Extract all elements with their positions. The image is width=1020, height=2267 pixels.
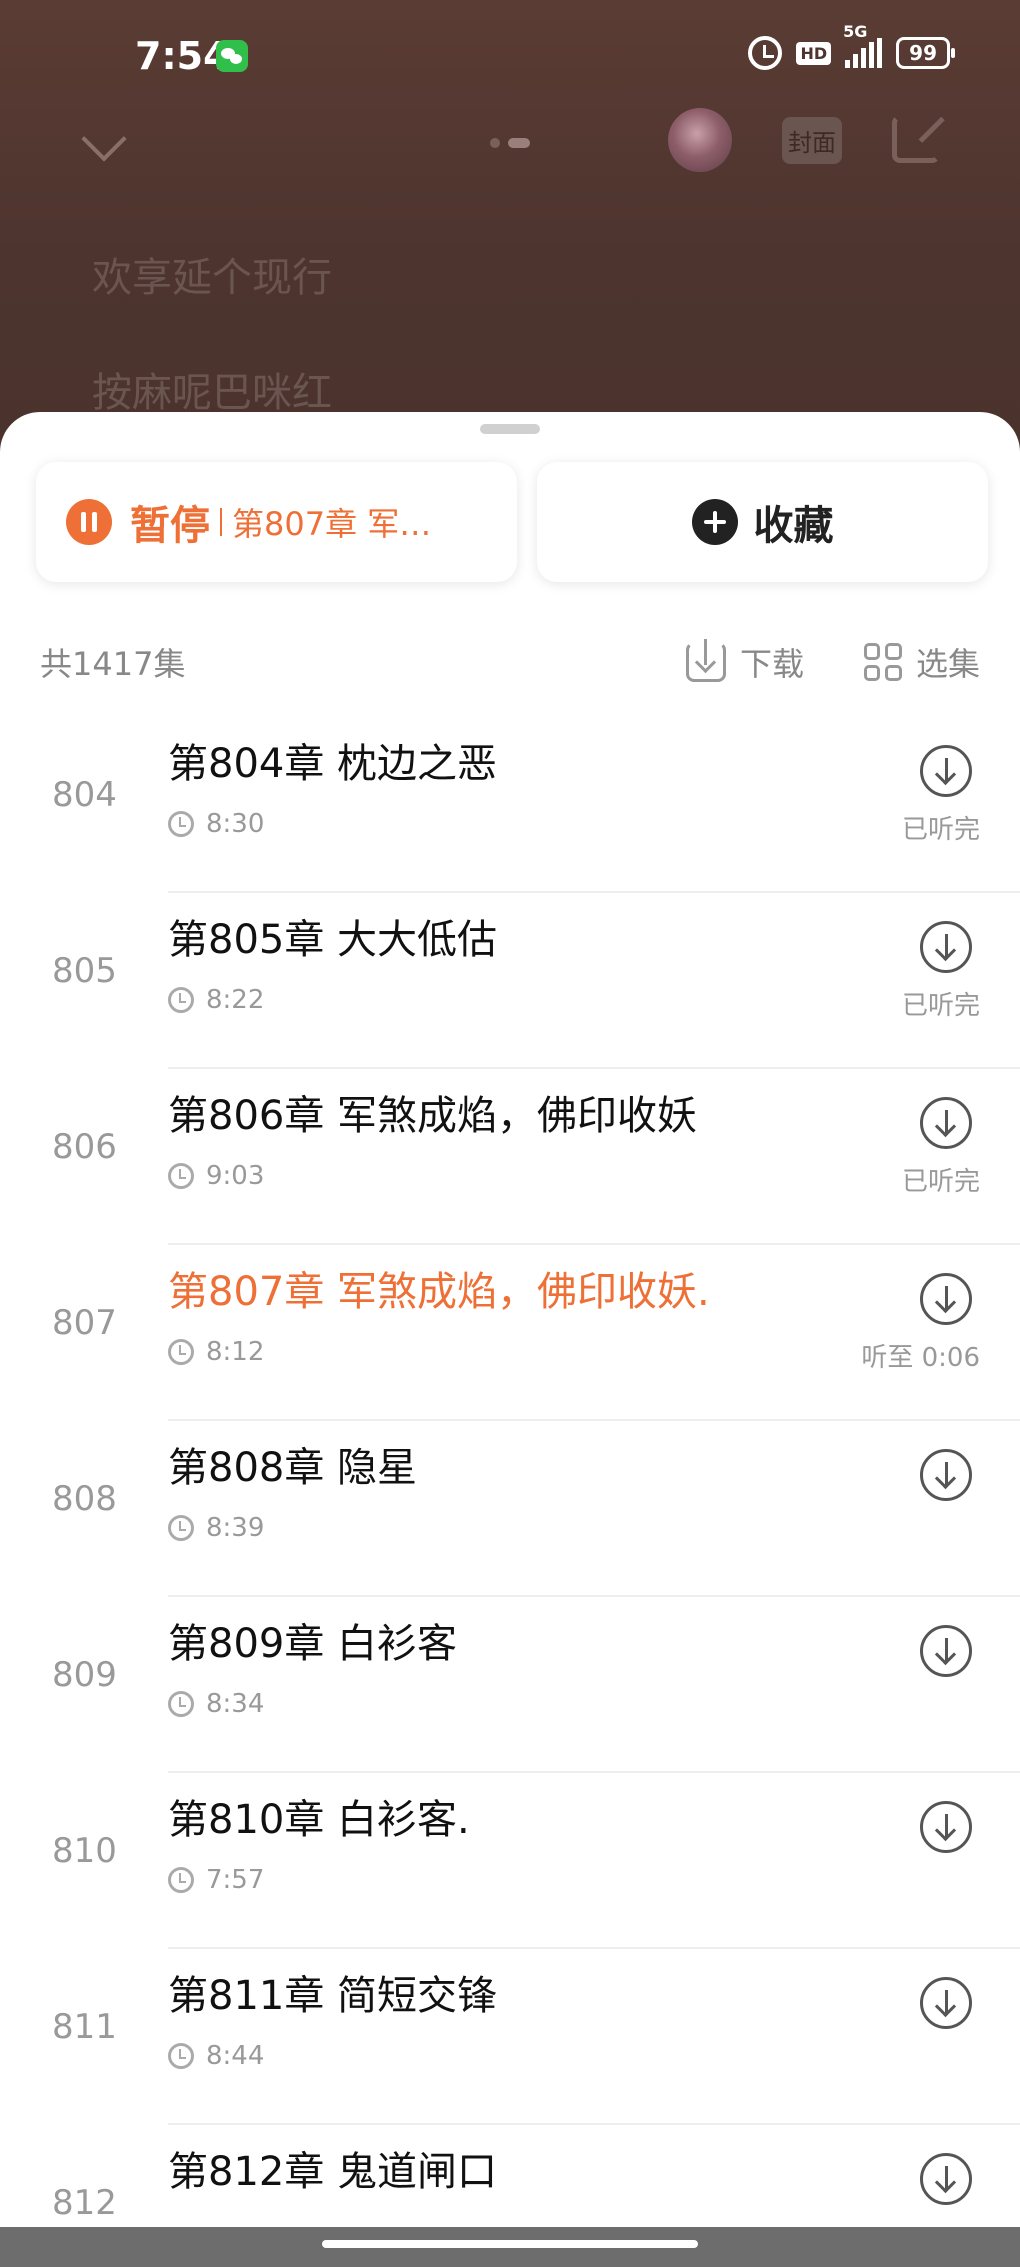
listen-progress: 已听完 bbox=[901, 1167, 980, 1197]
collapse-chevron-icon[interactable] bbox=[81, 116, 127, 162]
current-chapter: 第807章 军煞成焰，佛印收妖. bbox=[232, 505, 462, 543]
download-icon[interactable] bbox=[920, 2153, 972, 2205]
episode-row[interactable]: 806 第806章 军煞成焰，佛印收妖 9:03 已听完 bbox=[0, 1069, 1020, 1245]
episode-row[interactable]: 809 第809章 白衫客 8:34 bbox=[0, 1597, 1020, 1773]
episode-title: 第805章 大大低估 bbox=[168, 917, 498, 963]
episode-number: 808 bbox=[52, 1479, 117, 1519]
episode-number: 810 bbox=[52, 1831, 117, 1871]
hd-badge: HD bbox=[796, 41, 832, 65]
episode-list-sheet: 暂停 第807章 军煞成焰，佛印收妖. 收藏 共1417集 下载 选集 804 … bbox=[0, 412, 1020, 2227]
list-header: 共1417集 下载 选集 bbox=[40, 637, 980, 687]
separator bbox=[220, 508, 222, 536]
page-indicator bbox=[490, 138, 530, 148]
listen-progress: 听至 0:06 bbox=[861, 1343, 980, 1373]
episode-number: 806 bbox=[52, 1127, 117, 1167]
grid-icon bbox=[863, 643, 902, 681]
select-episodes-button[interactable]: 选集 bbox=[863, 639, 980, 685]
share-icon[interactable] bbox=[892, 115, 940, 163]
episode-duration: 7:57 bbox=[168, 1865, 264, 1895]
episode-row[interactable]: 804 第804章 枕边之恶 8:30 已听完 bbox=[0, 717, 1020, 893]
download-icon[interactable] bbox=[920, 1977, 972, 2029]
pause-button[interactable]: 暂停 第807章 军煞成焰，佛印收妖. bbox=[36, 462, 517, 582]
episode-number: 811 bbox=[52, 2007, 117, 2047]
system-nav-bar bbox=[0, 2227, 1020, 2267]
alarm-icon bbox=[748, 36, 783, 70]
episode-row-playing[interactable]: 807 第807章 军煞成焰，佛印收妖. 8:12 听至 0:06 bbox=[0, 1245, 1020, 1421]
download-icon[interactable] bbox=[920, 1273, 972, 1325]
signal-icon: 5G bbox=[843, 22, 883, 68]
episode-count: 共1417集 bbox=[40, 645, 186, 683]
episode-title: 第807章 军煞成焰，佛印收妖. bbox=[168, 1269, 710, 1315]
download-icon[interactable] bbox=[920, 1801, 972, 1853]
download-icon bbox=[685, 639, 726, 682]
lyric-line: 欢享延个现行 bbox=[92, 255, 332, 301]
listen-progress: 已听完 bbox=[901, 991, 980, 1021]
favorite-button[interactable]: 收藏 bbox=[537, 462, 988, 582]
home-gesture-handle[interactable] bbox=[322, 2240, 698, 2248]
episode-row[interactable]: 810 第810章 白衫客. 7:57 bbox=[0, 1773, 1020, 1949]
cover-button[interactable]: 封面 bbox=[782, 117, 842, 164]
episode-row[interactable]: 812 第812章 鬼道闸口 bbox=[0, 2125, 1020, 2227]
clock-icon bbox=[168, 1163, 194, 1189]
episode-duration: 8:22 bbox=[168, 985, 264, 1015]
download-icon[interactable] bbox=[920, 1097, 972, 1149]
episode-duration: 8:34 bbox=[168, 1689, 264, 1719]
status-bar: 7:54 HD 5G 99 bbox=[0, 0, 1020, 110]
download-icon[interactable] bbox=[920, 921, 972, 973]
clock-icon bbox=[168, 811, 194, 837]
episode-title: 第809章 白衫客 bbox=[168, 1621, 458, 1667]
avatar[interactable] bbox=[668, 108, 732, 172]
download-icon[interactable] bbox=[920, 745, 972, 797]
download-button[interactable]: 下载 bbox=[685, 639, 804, 685]
episode-title: 第808章 隐星 bbox=[168, 1445, 418, 1491]
episode-title: 第811章 简短交锋 bbox=[168, 1973, 498, 2019]
episode-list: 804 第804章 枕边之恶 8:30 已听完 805 第805章 大大低估 8… bbox=[0, 717, 1020, 2227]
download-icon[interactable] bbox=[920, 1625, 972, 1677]
episode-number: 804 bbox=[52, 775, 117, 815]
episode-title: 第806章 军煞成焰，佛印收妖 bbox=[168, 1093, 698, 1139]
pause-icon bbox=[66, 499, 112, 545]
download-label: 下载 bbox=[739, 645, 804, 683]
episode-number: 807 bbox=[52, 1303, 117, 1343]
favorite-label: 收藏 bbox=[753, 503, 834, 549]
listen-progress: 已听完 bbox=[901, 815, 980, 845]
episode-title: 第810章 白衫客. bbox=[168, 1797, 470, 1843]
select-label: 选集 bbox=[915, 645, 980, 683]
network-label: 5G bbox=[843, 22, 868, 41]
episode-duration: 8:39 bbox=[168, 1513, 264, 1543]
clock-icon bbox=[168, 1515, 194, 1541]
download-icon[interactable] bbox=[920, 1449, 972, 1501]
episode-row[interactable]: 805 第805章 大大低估 8:22 已听完 bbox=[0, 893, 1020, 1069]
sheet-drag-handle[interactable] bbox=[480, 424, 540, 434]
lyric-line: 按麻呢巴咪红 bbox=[92, 370, 332, 416]
battery-icon: 99 bbox=[896, 37, 955, 69]
clock-icon bbox=[168, 987, 194, 1013]
episode-title: 第812章 鬼道闸口 bbox=[168, 2149, 498, 2195]
clock-icon bbox=[168, 1867, 194, 1893]
episode-number: 812 bbox=[52, 2183, 117, 2223]
pause-label: 暂停 bbox=[130, 503, 210, 549]
episode-row[interactable]: 808 第808章 隐星 8:39 bbox=[0, 1421, 1020, 1597]
episode-duration: 9:03 bbox=[168, 1161, 264, 1191]
episode-title: 第804章 枕边之恶 bbox=[168, 741, 498, 787]
episode-number: 805 bbox=[52, 951, 117, 991]
clock-icon bbox=[168, 1691, 194, 1717]
plus-icon bbox=[691, 499, 738, 545]
episode-number: 809 bbox=[52, 1655, 117, 1695]
episode-duration: 8:30 bbox=[168, 809, 264, 839]
episode-duration: 8:12 bbox=[168, 1337, 264, 1367]
player-top-bar: 封面 bbox=[0, 105, 1020, 185]
wechat-icon bbox=[216, 40, 248, 72]
clock-icon bbox=[168, 2043, 194, 2069]
player-background: 7:54 HD 5G 99 封面 欢享延个现行 按麻呢巴咪红 bbox=[0, 0, 1020, 440]
episode-duration: 8:44 bbox=[168, 2041, 264, 2071]
clock-icon bbox=[168, 1339, 194, 1365]
episode-row[interactable]: 811 第811章 简短交锋 8:44 bbox=[0, 1949, 1020, 2125]
action-row: 暂停 第807章 军煞成焰，佛印收妖. 收藏 bbox=[36, 462, 988, 582]
